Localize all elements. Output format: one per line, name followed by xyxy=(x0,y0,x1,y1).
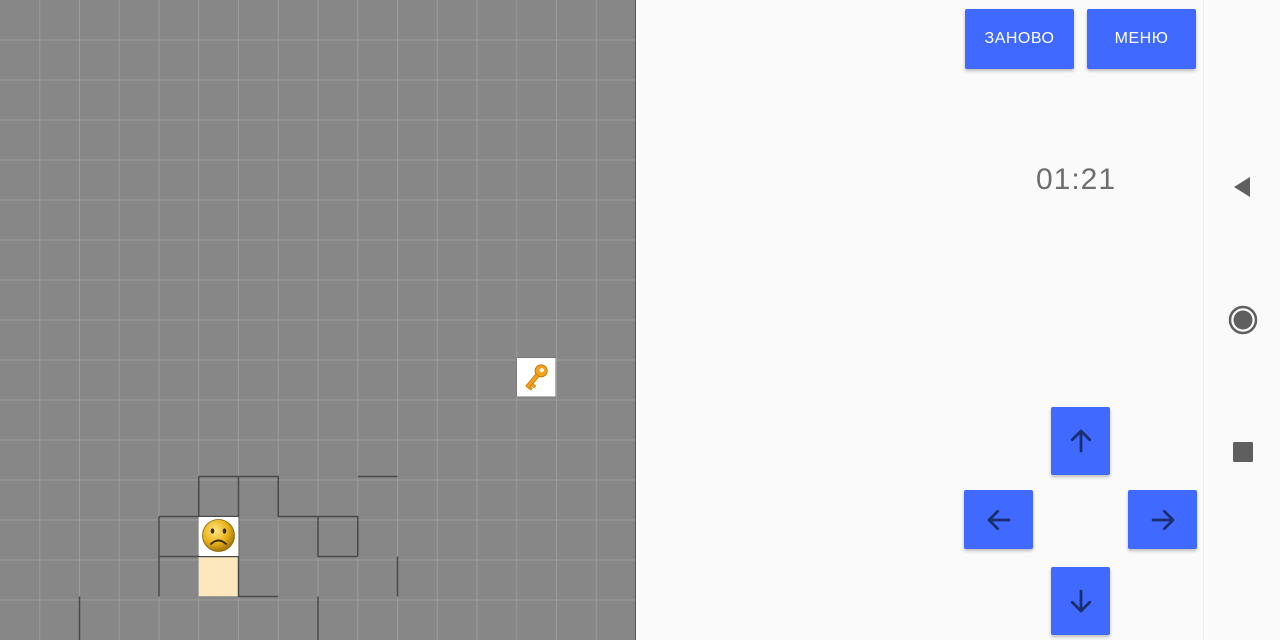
player-cell xyxy=(198,517,239,556)
move-right-button[interactable] xyxy=(1128,490,1197,549)
arrow-left-icon xyxy=(987,509,1010,530)
maze-grid xyxy=(0,0,635,640)
timer: 01:21 xyxy=(1035,163,1117,196)
sad-face-icon xyxy=(202,519,235,552)
arrow-up-icon xyxy=(1070,429,1091,453)
system-navigation-bar xyxy=(1203,0,1280,640)
nav-recents-button[interactable] xyxy=(1204,422,1280,482)
arrow-right-icon xyxy=(1151,509,1174,530)
menu-button[interactable]: МЕНЮ xyxy=(1087,9,1196,69)
move-up-button[interactable] xyxy=(1051,407,1110,475)
arrow-down-icon xyxy=(1070,589,1091,613)
maze-board xyxy=(0,0,636,640)
key-cell xyxy=(516,357,556,397)
opened-cell xyxy=(198,556,239,597)
move-left-button[interactable] xyxy=(964,490,1033,549)
move-down-button[interactable] xyxy=(1051,567,1110,635)
restart-button[interactable]: ЗАНОВО xyxy=(965,9,1074,69)
opened-cells xyxy=(198,556,239,597)
nav-home-button[interactable] xyxy=(1204,290,1280,350)
recents-square-icon xyxy=(1232,442,1253,462)
home-circle-icon xyxy=(1228,305,1257,335)
back-triangle-icon xyxy=(1233,177,1250,197)
nav-back-button[interactable] xyxy=(1204,157,1280,217)
